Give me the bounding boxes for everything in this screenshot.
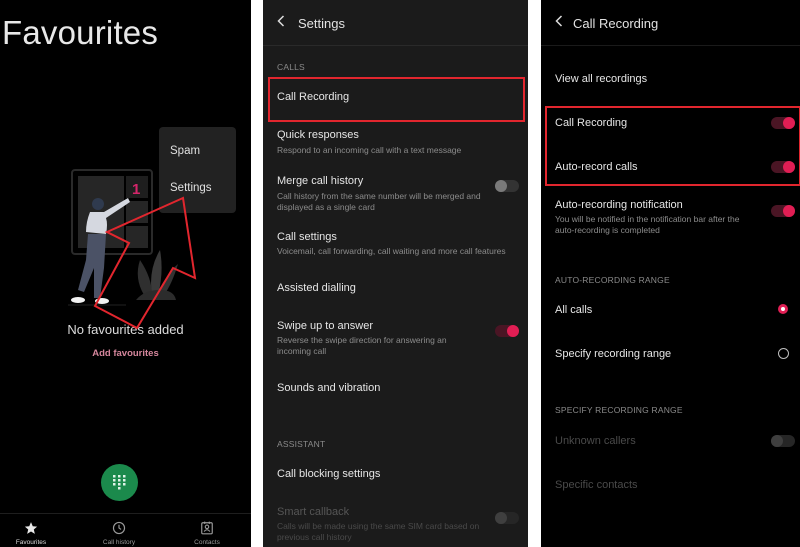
item-title: Merge call history (277, 175, 364, 187)
nav-label: Call history (102, 539, 136, 546)
merge-call-history-toggle[interactable] (495, 180, 519, 192)
item-title: Specific contacts (555, 479, 638, 491)
settings-screen: Settings CALLS Call Recording Quick resp… (263, 0, 528, 547)
item-title: Auto-recording notification (555, 199, 683, 211)
item-title: Call blocking settings (277, 468, 381, 480)
swipe-up-to-answer-toggle[interactable] (495, 325, 519, 337)
dialpad-button[interactable] (101, 464, 138, 501)
item-title: Sounds and vibration (277, 382, 381, 394)
item-title: Assisted dialling (277, 282, 356, 294)
call-recording-header: Call Recording (541, 0, 800, 46)
item-title: Call settings (277, 231, 337, 243)
option-label: All calls (555, 304, 593, 316)
clock-icon (112, 521, 126, 535)
page-title: Settings (298, 16, 345, 31)
specify-range-radio[interactable] (778, 348, 789, 359)
item-subtitle: Respond to an incoming call with a text … (277, 145, 462, 155)
nav-tab-favourites[interactable]: Favourites (0, 514, 73, 547)
highlight-box (268, 77, 525, 122)
back-arrow-icon[interactable] (555, 15, 563, 27)
item-title: Quick responses (277, 129, 359, 141)
section-header-auto-recording-range: AUTO-RECORDING RANGE (555, 275, 670, 285)
contact-card-icon (201, 521, 213, 535)
smart-callback-toggle (495, 512, 519, 524)
item-subtitle: Reverse the swipe direction for answerin… (277, 335, 447, 356)
page-title: Call Recording (573, 16, 659, 31)
all-calls-radio[interactable] (778, 304, 788, 314)
nav-tab-call-history[interactable]: Call history (77, 514, 161, 547)
page-title: Favourites (2, 14, 159, 51)
option-label: Specify recording range (555, 348, 672, 360)
favourites-screen: Favourites 1 Spam Settings No favourites (0, 0, 251, 547)
nav-label: Contacts (194, 539, 220, 546)
section-header-assistant: ASSISTANT (277, 439, 326, 449)
menu-item-spam[interactable]: Spam (170, 145, 200, 157)
menu-item-settings[interactable]: Settings (170, 182, 212, 194)
back-arrow-icon[interactable] (277, 15, 285, 27)
overflow-menu: Spam Settings (159, 127, 236, 213)
dialpad-icon (113, 475, 126, 490)
settings-header: Settings (263, 0, 528, 46)
nav-label: Favourites (15, 539, 47, 546)
item-subtitle: Call history from the same number will b… (277, 191, 481, 212)
add-favourites-link[interactable]: Add favourites (0, 348, 251, 359)
auto-recording-notification-toggle[interactable] (771, 205, 795, 217)
highlight-box (545, 106, 800, 186)
item-subtitle: Calls will be made using the same SIM ca… (277, 521, 480, 542)
call-recording-screen: Call Recording View all recordings Call … (541, 0, 800, 547)
nav-tab-contacts[interactable]: Contacts (165, 514, 249, 547)
item-title: Swipe up to answer (277, 320, 373, 332)
section-header-calls: CALLS (277, 62, 305, 72)
badge-number: 1 (132, 181, 140, 198)
item-subtitle: Voicemail, call forwarding, call waiting… (277, 246, 506, 256)
item-title: Smart callback (277, 506, 350, 518)
item-title: View all recordings (555, 73, 648, 85)
empty-state-message: No favourites added (67, 322, 184, 337)
bottom-navigation: Favourites Call history Contacts (0, 513, 251, 547)
item-title: Unknown callers (555, 435, 636, 447)
star-icon (24, 522, 38, 534)
section-header-specify-recording-range: SPECIFY RECORDING RANGE (555, 405, 683, 415)
unknown-callers-toggle (771, 435, 795, 447)
item-subtitle: You will be notified in the notification… (555, 214, 740, 235)
